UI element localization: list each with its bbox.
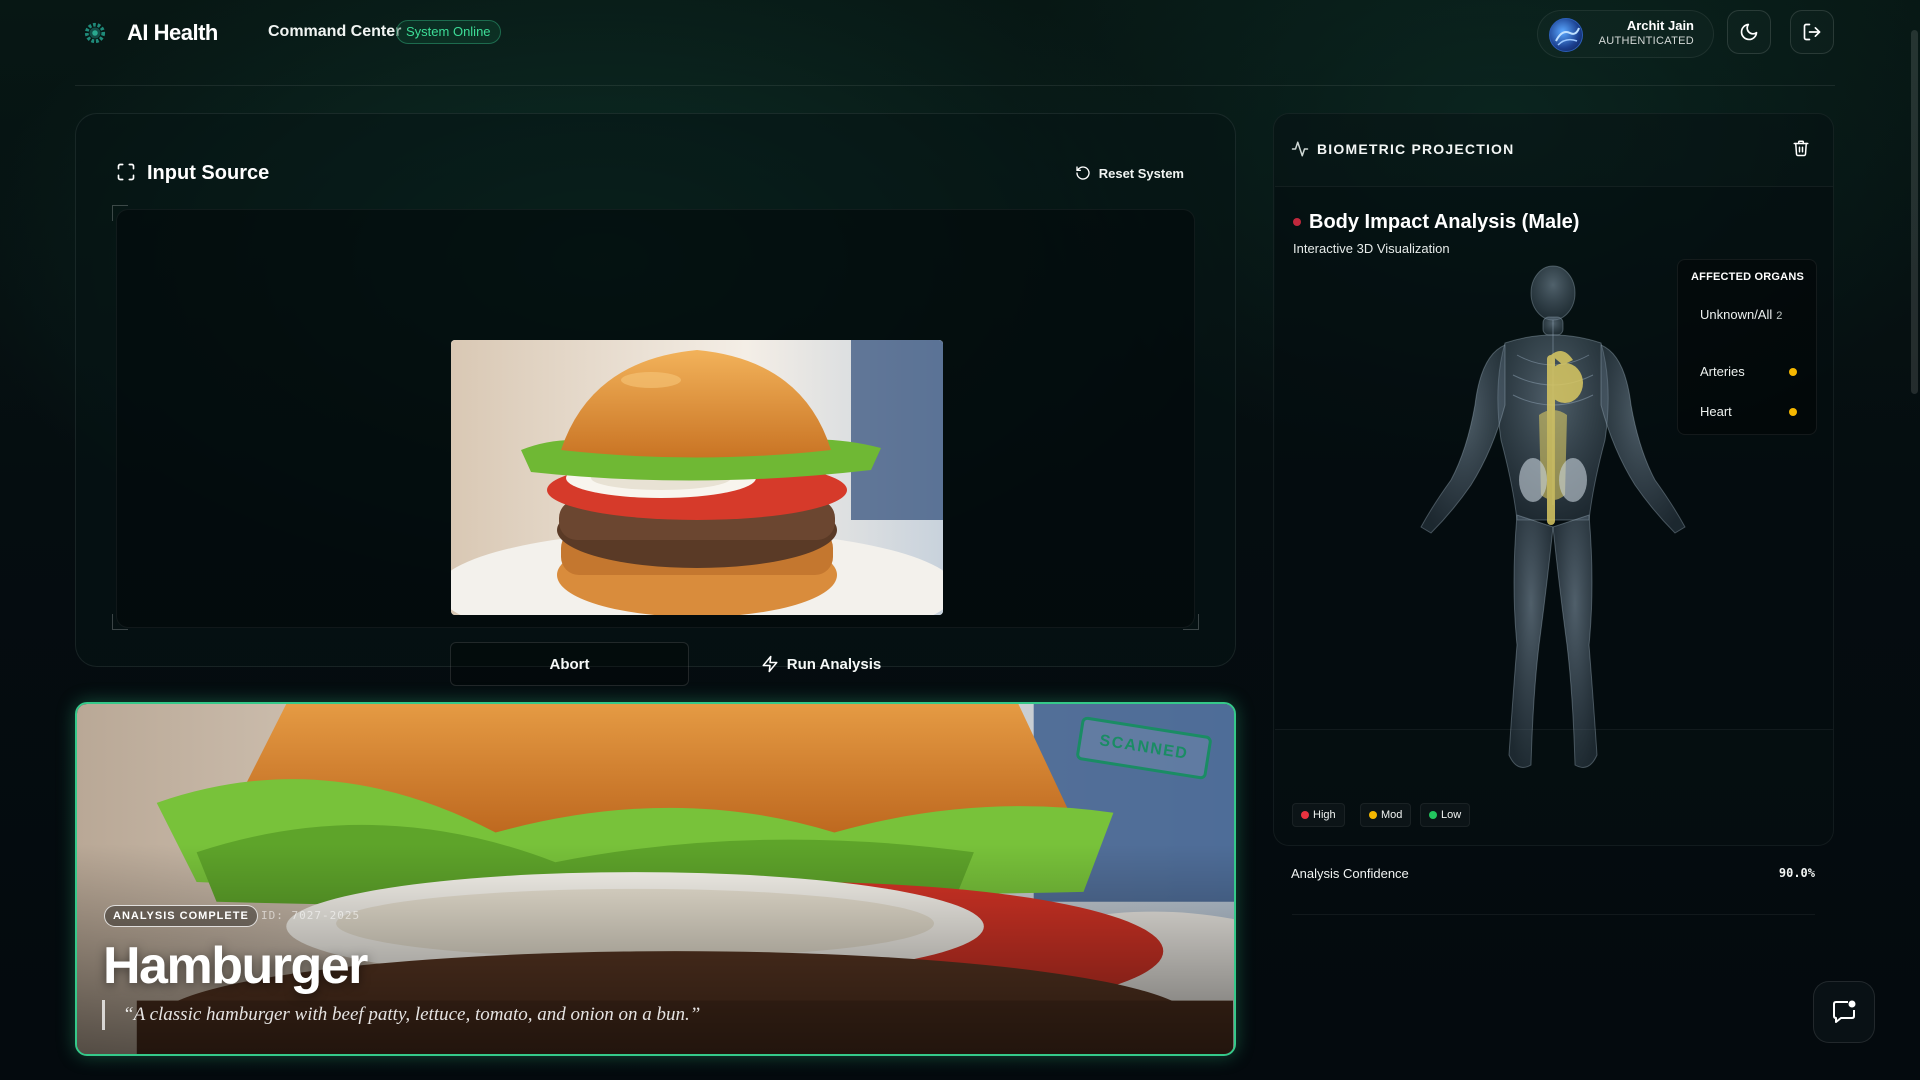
legend-label: Mod	[1381, 809, 1403, 821]
organ-label: Arteries	[1700, 364, 1745, 379]
uploaded-food-image	[451, 340, 943, 615]
legend-dot	[1369, 811, 1377, 819]
organ-label: Unknown/All	[1700, 307, 1773, 322]
legend-mod: Mod	[1360, 803, 1412, 827]
frame-corner	[1183, 614, 1199, 630]
legend-label: Low	[1441, 809, 1462, 821]
legend-label: High	[1313, 809, 1336, 821]
frame-corner	[112, 205, 128, 221]
chat-button[interactable]	[1813, 981, 1875, 1043]
lightning-icon	[762, 655, 778, 673]
organ-item-unknown[interactable]: Unknown/All 2	[1700, 307, 1782, 322]
affected-organs-box: AFFECTED ORGANS Unknown/All 2 Arteries He…	[1677, 259, 1817, 435]
analysis-result-card: SCANNED ANALYSIS COMPLETE ID: 7027-2025 …	[75, 702, 1236, 1056]
user-status: AUTHENTICATED	[1598, 35, 1694, 47]
food-description: “A classic hamburger with beef patty, le…	[102, 1000, 700, 1030]
biometric-title: BIOMETRIC PROJECTION	[1317, 141, 1515, 157]
organ-label: Heart	[1700, 404, 1732, 419]
status-dot	[1293, 218, 1301, 226]
upload-drop-zone[interactable]: Abort Run Analysis	[116, 209, 1195, 686]
activity-icon	[1291, 141, 1309, 157]
legend-dot	[1301, 811, 1309, 819]
theme-toggle-button[interactable]	[1727, 10, 1771, 54]
moon-icon	[1740, 23, 1758, 41]
scan-frame-icon	[117, 163, 135, 181]
legend-high: High	[1292, 803, 1345, 827]
organ-item-heart[interactable]: Heart	[1700, 404, 1732, 419]
input-source-title: Input Source	[147, 162, 270, 184]
organ-count: 2	[1776, 310, 1783, 322]
input-source-card: Input Source Reset System Abort Run Anal…	[75, 113, 1236, 686]
gear-logo-icon	[84, 22, 106, 44]
page-scrollbar[interactable]	[1911, 30, 1918, 394]
body-analysis-subtitle: Interactive 3D Visualization	[1293, 241, 1450, 256]
analysis-complete-badge: ANALYSIS COMPLETE	[104, 905, 258, 927]
legend-dot	[1429, 811, 1437, 819]
rotate-ccw-icon	[1076, 166, 1090, 180]
severity-dot	[1789, 368, 1797, 376]
run-analysis-button[interactable]: Run Analysis	[701, 642, 941, 686]
trash-icon	[1793, 140, 1809, 157]
logout-icon	[1803, 23, 1821, 41]
confidence-label: Analysis Confidence	[1291, 866, 1409, 881]
biometric-projection-panel: BIOMETRIC PROJECTION Body Impact Analysi…	[1273, 113, 1834, 915]
clear-button[interactable]	[1792, 139, 1810, 162]
user-name: Archit Jain	[1626, 18, 1694, 33]
legend-low: Low	[1420, 803, 1471, 827]
page-title: Command Center	[268, 23, 402, 40]
divider	[1292, 914, 1815, 915]
top-header: AI Health Command Center System Online A…	[75, 0, 1835, 86]
severity-dot	[1789, 408, 1797, 416]
chat-icon	[1833, 1000, 1856, 1023]
affected-organs-title: AFFECTED ORGANS	[1691, 271, 1804, 283]
frame-corner	[112, 614, 128, 630]
body-analysis-title: Body Impact Analysis (Male)	[1309, 211, 1580, 233]
abort-button[interactable]: Abort	[450, 642, 689, 686]
logout-button[interactable]	[1790, 10, 1834, 54]
avatar	[1549, 18, 1583, 52]
result-id: ID: 7027-2025	[261, 909, 361, 922]
app-title[interactable]: AI Health	[127, 20, 218, 46]
food-name: Hamburger	[103, 937, 368, 995]
user-profile[interactable]: Archit Jain AUTHENTICATED	[1537, 10, 1714, 58]
run-analysis-label: Run Analysis	[786, 655, 882, 673]
reset-system-label: Reset System	[1098, 165, 1184, 181]
confidence-value: 90.0%	[1778, 866, 1815, 880]
system-status-badge: System Online	[396, 20, 501, 44]
reset-system-button[interactable]: Reset System	[1075, 162, 1184, 184]
organ-item-arteries[interactable]: Arteries	[1700, 364, 1745, 379]
body-visualization[interactable]: Body Impact Analysis (Male) Interactive …	[1275, 186, 1833, 827]
3d-body-model[interactable]	[1413, 265, 1693, 775]
